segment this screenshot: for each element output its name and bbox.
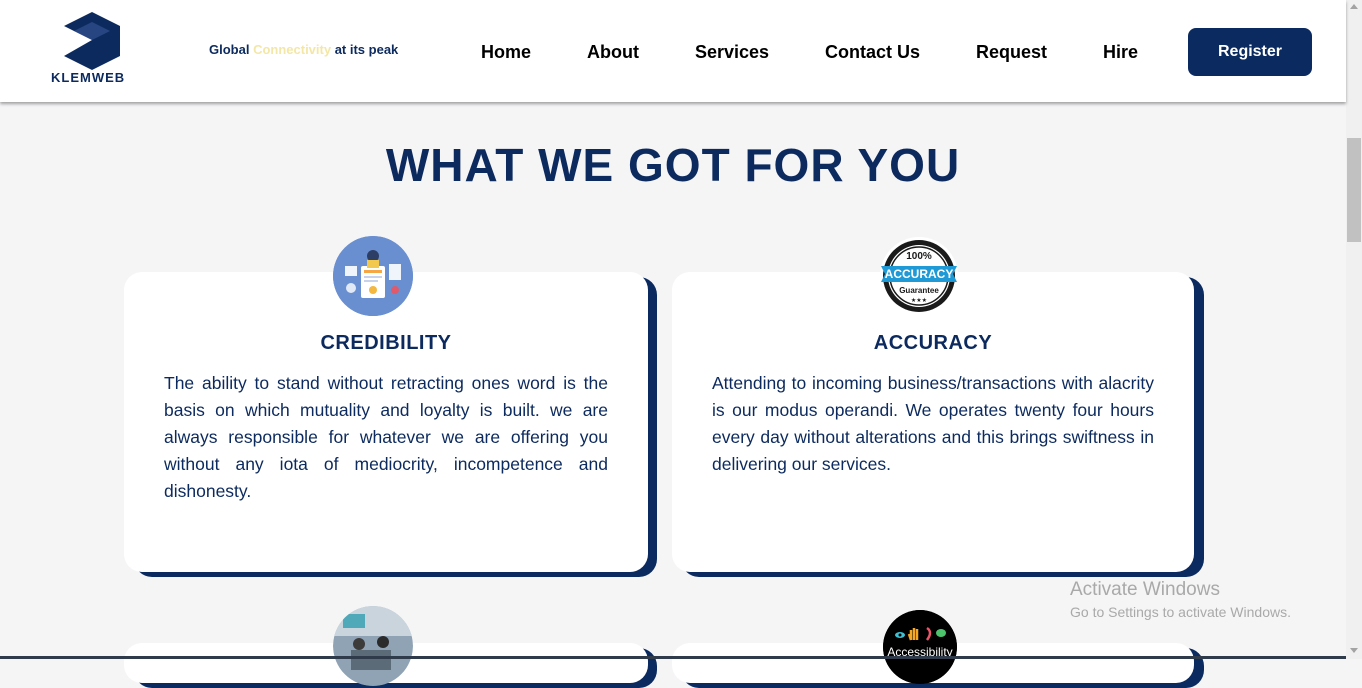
tagline-before: Global: [209, 42, 254, 57]
nav-contact-us[interactable]: Contact Us: [825, 42, 920, 63]
tagline-highlight: Connectivity: [253, 42, 332, 57]
site-header: KLEMWEB Global Connectivity at its peak …: [0, 0, 1346, 102]
badge-main-text: ACCURACY: [885, 267, 954, 281]
tagline: Global Connectivity at its peak: [209, 42, 398, 57]
logo-text[interactable]: KLEMWEB: [51, 70, 125, 85]
klemweb-logo-icon[interactable]: [52, 12, 132, 70]
badge-bottom-text: Guarantee: [899, 286, 939, 295]
section-title: WHAT WE GOT FOR YOU: [385, 139, 961, 191]
nav-request[interactable]: Request: [976, 42, 1047, 63]
card-text: Attending to incoming business/transacti…: [712, 373, 1154, 474]
scroll-thumb[interactable]: [1347, 138, 1361, 242]
badge-top-text: 100%: [906, 251, 932, 262]
register-button[interactable]: Register: [1188, 28, 1312, 76]
card-title: ACCURACY: [873, 332, 993, 354]
card-text: The ability to stand without retracting …: [164, 373, 608, 501]
nav-home[interactable]: Home: [481, 42, 531, 63]
nav-about[interactable]: About: [587, 42, 639, 63]
badge-stars-icon: ★★★: [911, 297, 927, 304]
activate-windows-subtitle: Go to Settings to activate Windows.: [1070, 604, 1291, 620]
credibility-illustration-icon: [333, 236, 413, 316]
activate-windows-title: Activate Windows: [1070, 579, 1220, 600]
team-photo-icon: [333, 606, 413, 686]
scroll-down-icon[interactable]: [1350, 648, 1358, 653]
card-credibility: CREDIBILITY The ability to stand without…: [124, 272, 648, 572]
card-accuracy: ACCURACY Attending to incoming business/…: [672, 272, 1194, 572]
nav-hire[interactable]: Hire: [1103, 42, 1138, 63]
vertical-scrollbar[interactable]: [1346, 0, 1362, 659]
tagline-after: at its peak: [331, 42, 399, 57]
card-title: CREDIBILITY: [320, 332, 452, 354]
scroll-up-icon[interactable]: [1350, 4, 1358, 9]
accuracy-badge-icon: 100% ACCURACY Guarantee ★★★: [879, 236, 959, 316]
accessibility-icon: Accessibility: [883, 610, 957, 684]
nav-services[interactable]: Services: [695, 42, 769, 63]
